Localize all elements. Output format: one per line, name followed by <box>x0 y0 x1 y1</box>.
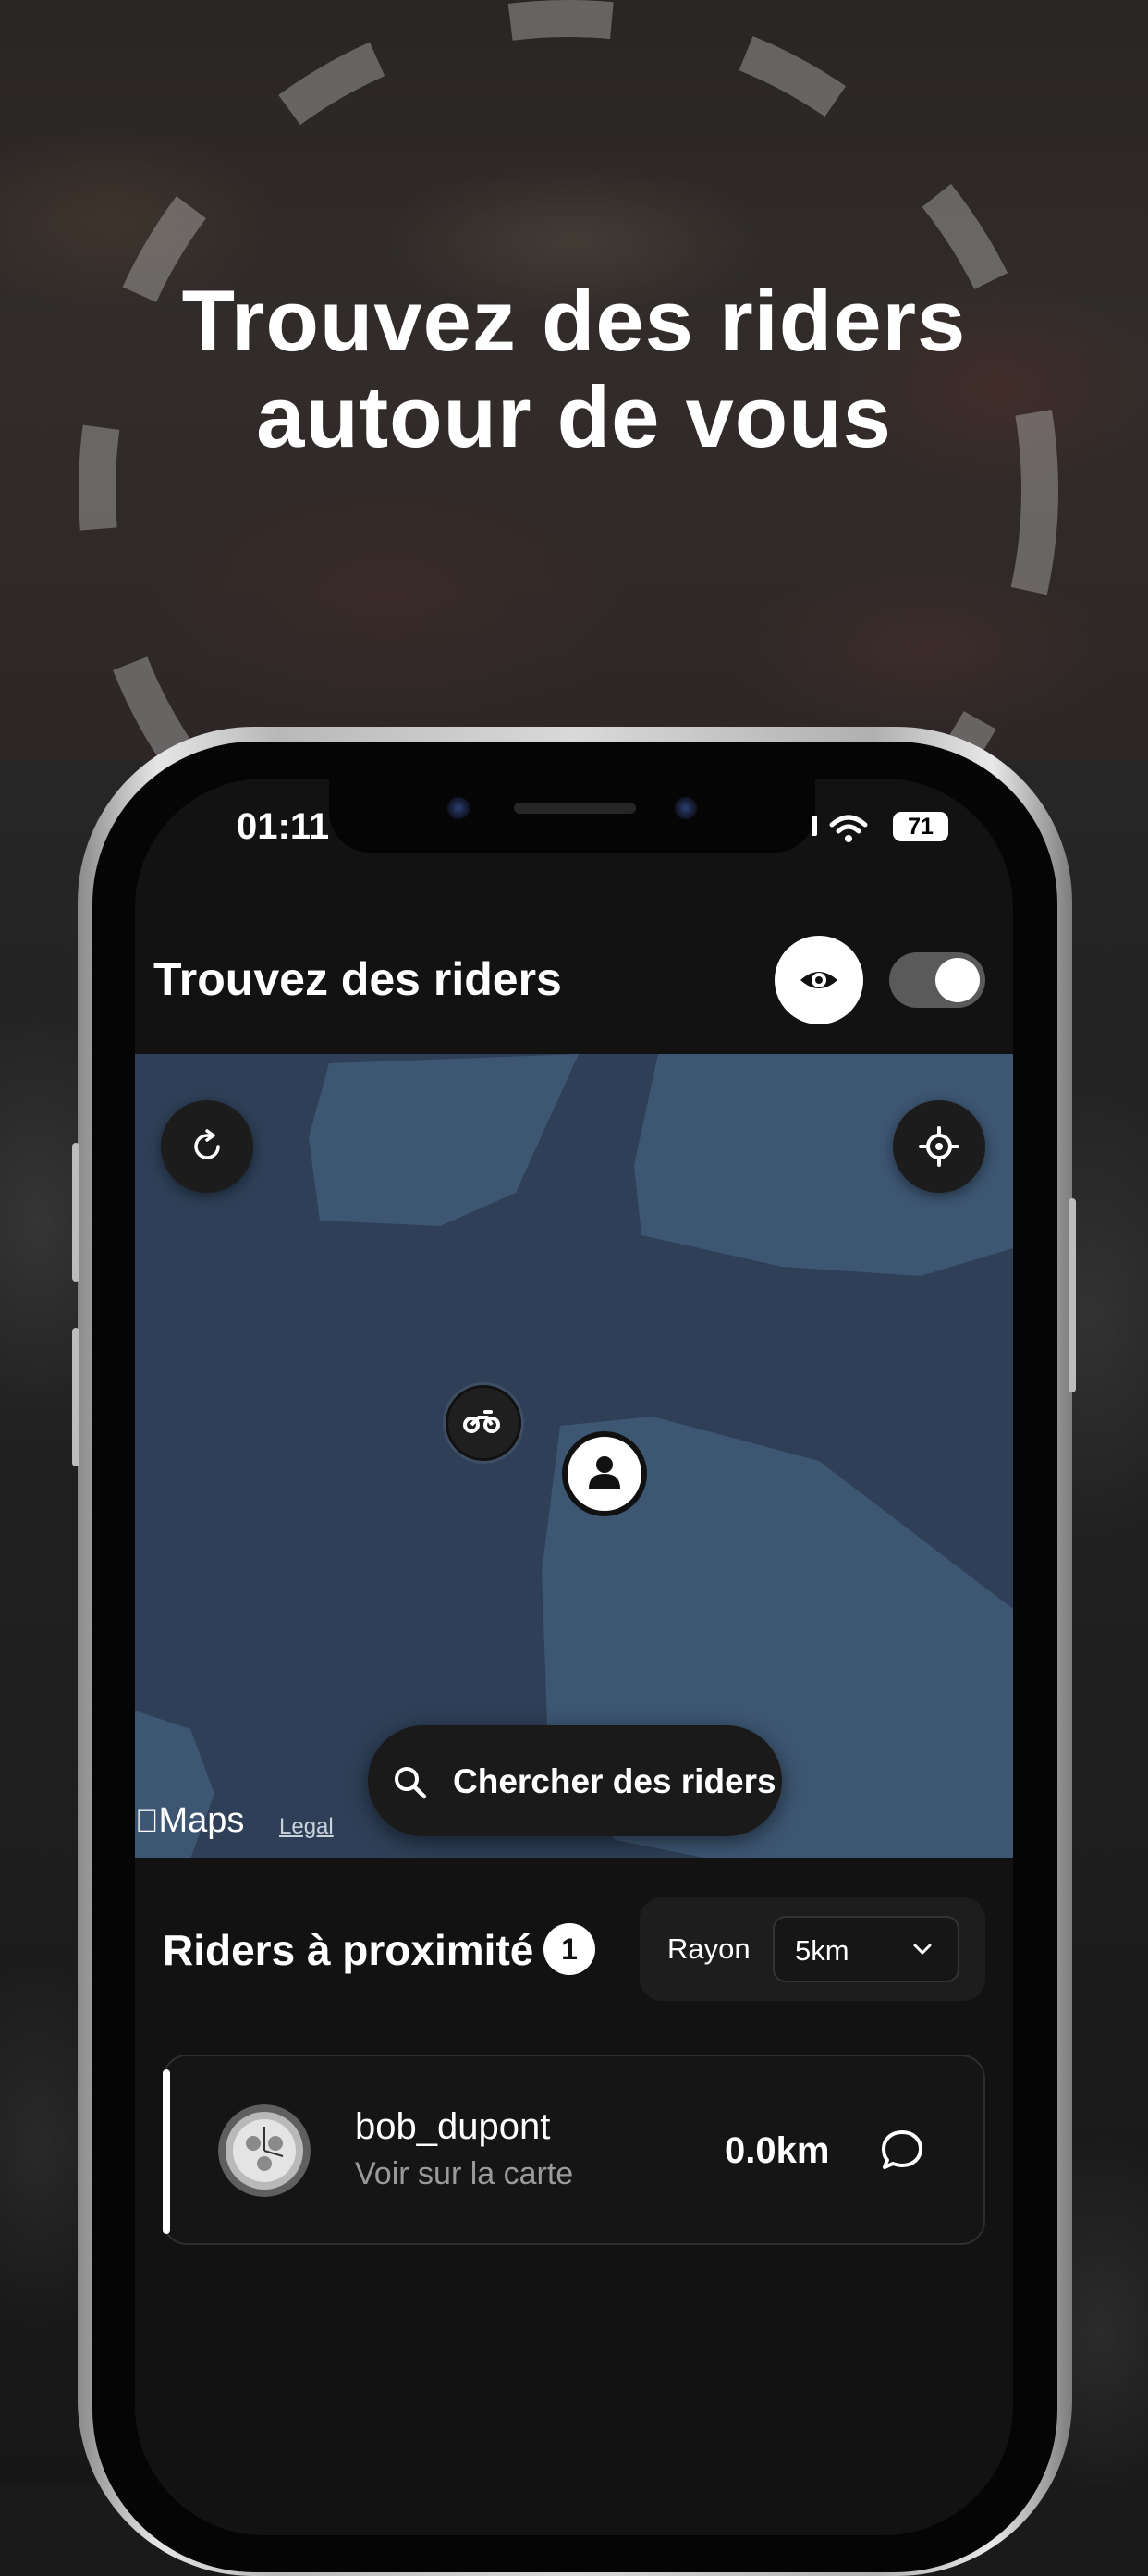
maps-attribution: Maps <box>135 1801 245 1840</box>
locate-me-button[interactable] <box>893 1100 985 1193</box>
phone-notch <box>329 779 815 853</box>
refresh-map-button[interactable] <box>161 1100 253 1193</box>
signal-icon <box>812 816 817 836</box>
avatar <box>218 2104 311 2197</box>
chevron-down-icon <box>913 1944 932 1955</box>
screen-title: Trouvez des riders <box>153 953 562 1005</box>
rider-list-item[interactable]: bob_dupont Voir sur la carte 0.0km <box>163 2055 985 2245</box>
rider-card-accent <box>163 2069 170 2234</box>
nearby-riders-title: Riders à proximité <box>163 1926 534 1974</box>
search-riders-label: Chercher des riders <box>453 1762 776 1800</box>
speaker-grille <box>514 803 636 814</box>
chat-icon[interactable] <box>876 2125 928 2177</box>
search-icon <box>395 1767 427 1799</box>
search-riders-button[interactable]: Chercher des riders <box>368 1725 782 1836</box>
user-icon <box>589 1456 620 1489</box>
apple-logo-icon:  <box>135 1804 159 1839</box>
phone-side-button <box>72 1143 79 1282</box>
phone-side-button <box>72 1328 79 1466</box>
radius-select[interactable]: 5km <box>773 1916 959 1982</box>
camera-lens-icon <box>447 797 470 819</box>
motorcycle-icon <box>463 1410 500 1433</box>
rider-map-pin[interactable] <box>446 1385 521 1461</box>
view-on-map-link[interactable]: Voir sur la carte <box>355 2156 573 2192</box>
phone-screen: 01:11 71 Trouvez des riders Chercher des… <box>135 779 1013 2535</box>
watch-avatar-image <box>218 2104 311 2197</box>
promo-headline-line-1: Trouvez des riders <box>181 272 967 369</box>
refresh-icon <box>194 1129 220 1159</box>
wifi-icon <box>829 815 868 842</box>
phone-side-button <box>1069 1198 1076 1392</box>
map-view[interactable]: Chercher des riders Maps Legal <box>135 1054 1013 1858</box>
crosshair-icon <box>919 1126 959 1167</box>
battery-indicator: 71 <box>893 812 948 841</box>
apple-maps-logo: Maps <box>135 1801 244 1841</box>
toggle-knob <box>935 958 980 1002</box>
status-time: 01:11 <box>237 806 330 847</box>
radius-label: Rayon <box>667 1932 751 1965</box>
visibility-toggle[interactable] <box>889 952 985 1008</box>
rider-distance: 0.0km <box>725 2130 830 2171</box>
eye-icon <box>800 972 837 988</box>
radius-value: 5km <box>795 1934 849 1967</box>
legal-link[interactable]: Legal <box>279 1814 334 1840</box>
promo-headline-line-2: autour de vous <box>256 368 892 465</box>
nearby-count-badge: 1 <box>543 1923 595 1975</box>
camera-lens-icon <box>675 797 697 819</box>
current-user-pin[interactable] <box>562 1431 647 1516</box>
radius-filter: Rayon 5km <box>640 1897 985 2001</box>
visibility-button[interactable] <box>775 936 863 1024</box>
rider-username: bob_dupont <box>355 2106 551 2147</box>
promo-headline: Trouvez des riders autour de vous <box>0 273 1148 465</box>
